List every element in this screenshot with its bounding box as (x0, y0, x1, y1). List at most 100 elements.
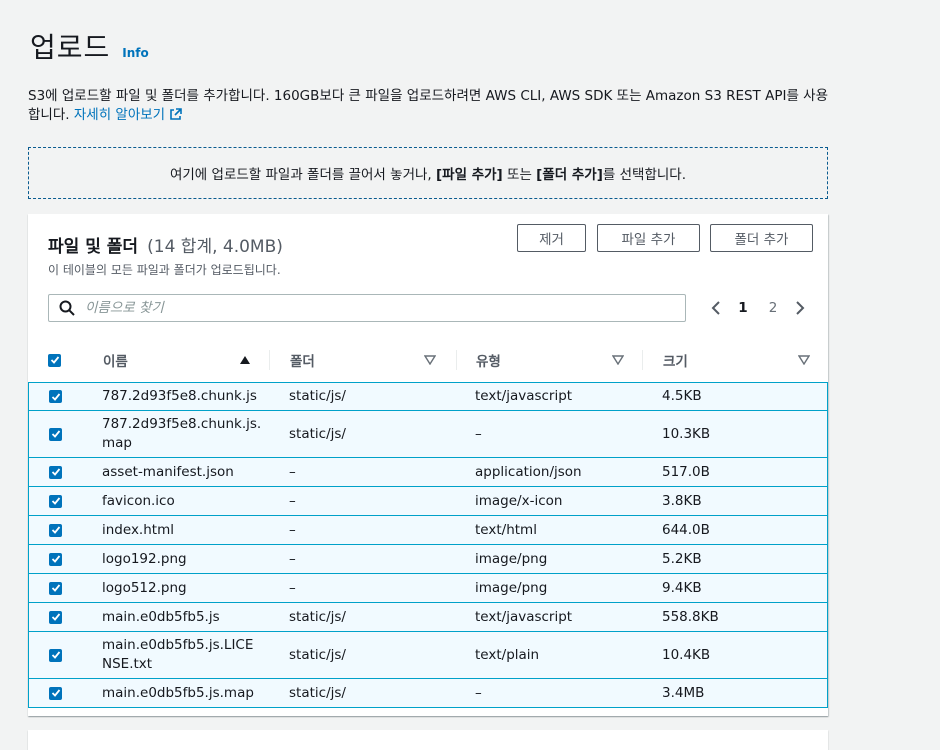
sort-icon (424, 355, 436, 365)
cell-folder: static/js/ (289, 646, 346, 663)
cell-type: – (475, 684, 482, 701)
column-header-size[interactable]: 크기 (663, 342, 813, 378)
next-section-panel (28, 730, 828, 750)
chevron-right-icon (796, 301, 805, 315)
table-row[interactable]: logo192.png – image/png 5.2KB (28, 544, 828, 574)
cell-folder: – (289, 521, 296, 538)
sort-icon (798, 355, 810, 365)
table-row[interactable]: asset-manifest.json – application/json 5… (28, 457, 828, 487)
column-divider (456, 350, 457, 370)
row-checkbox[interactable] (49, 581, 62, 595)
sort-ascending-icon (240, 356, 250, 364)
panel-title: 파일 및 폴더 (48, 237, 139, 257)
cell-size: 517.0B (662, 463, 710, 480)
cell-type: text/javascript (475, 388, 573, 404)
row-checkbox[interactable] (49, 427, 62, 441)
table-header: 이름 폴더 유형 크기 (28, 342, 828, 378)
row-checkbox[interactable] (49, 390, 62, 403)
column-divider (642, 350, 643, 370)
page-description: S3에 업로드할 파일 및 폴더를 추가합니다. 160GB보다 큰 파일을 업… (28, 87, 828, 125)
page-header: 업로드 Info (30, 26, 149, 66)
cell-folder: static/js/ (289, 425, 346, 442)
cell-folder: static/js/ (289, 608, 346, 625)
row-checkbox[interactable] (49, 648, 62, 662)
row-checkbox[interactable] (49, 610, 62, 624)
row-checkbox[interactable] (49, 494, 62, 508)
add-folder-button[interactable]: 폴더 추가 (710, 224, 813, 252)
checkbox-checked-icon (48, 353, 61, 367)
cell-name: main.e0db5fb5.js.map (102, 684, 254, 701)
column-divider (269, 350, 270, 370)
page-1-button[interactable]: 1 (728, 300, 758, 316)
page-title: 업로드 (30, 31, 111, 64)
cell-name: main.e0db5fb5.js.LICENSE.txt (102, 637, 254, 672)
cell-size: 3.8KB (662, 492, 702, 509)
cell-folder: – (289, 579, 296, 596)
chevron-left-icon (711, 301, 720, 315)
search-icon (59, 300, 75, 316)
pagination: 1 2 (704, 294, 812, 322)
cell-type: image/png (475, 550, 548, 567)
select-all-checkbox[interactable] (48, 342, 61, 378)
table-row[interactable]: main.e0db5fb5.js.map static/js/ – 3.4MB (28, 678, 828, 708)
cell-folder: – (289, 492, 296, 509)
cell-name: 787.2d93f5e8.chunk.js (102, 388, 257, 404)
cell-name: index.html (102, 521, 174, 538)
cell-name: main.e0db5fb5.js (102, 608, 220, 625)
cell-size: 4.5KB (662, 388, 702, 404)
column-header-name[interactable]: 이름 (103, 342, 253, 378)
external-link-icon (170, 108, 182, 120)
cell-type: text/html (475, 521, 537, 538)
cell-folder: static/js/ (289, 388, 346, 404)
cell-type: image/png (475, 579, 548, 596)
cell-size: 5.2KB (662, 550, 702, 567)
cell-size: 558.8KB (662, 608, 719, 625)
cell-name: logo192.png (102, 550, 187, 567)
panel-header: 파일 및 폴더 (14 합계, 4.0MB) (48, 232, 283, 257)
cell-size: 644.0B (662, 521, 710, 538)
row-checkbox[interactable] (49, 523, 62, 537)
table-row[interactable]: 787.2d93f5e8.chunk.js static/js/ text/ja… (28, 382, 828, 411)
cell-folder: static/js/ (289, 684, 346, 701)
panel-count: (14 합계, 4.0MB) (147, 237, 283, 257)
column-header-folder[interactable]: 폴더 (290, 342, 440, 378)
info-link[interactable]: Info (122, 46, 148, 60)
cell-type: – (475, 425, 482, 442)
next-page-button[interactable] (788, 300, 812, 316)
table-row[interactable]: 787.2d93f5e8.chunk.js.map static/js/ – 1… (28, 410, 828, 458)
cell-name: logo512.png (102, 579, 187, 596)
add-files-button[interactable]: 파일 추가 (597, 224, 700, 252)
cell-size: 10.3KB (662, 425, 711, 442)
row-checkbox[interactable] (49, 552, 62, 566)
cell-size: 10.4KB (662, 646, 711, 663)
table-row[interactable]: favicon.ico – image/x-icon 3.8KB (28, 486, 828, 516)
cell-name: favicon.ico (102, 492, 175, 509)
search-input[interactable] (83, 299, 647, 317)
table-row[interactable]: main.e0db5fb5.js.LICENSE.txt static/js/ … (28, 631, 828, 679)
remove-button[interactable]: 제거 (517, 224, 586, 252)
sort-icon (612, 355, 624, 365)
cell-name: asset-manifest.json (102, 463, 234, 480)
cell-type: text/plain (475, 646, 540, 663)
cell-folder: – (289, 463, 296, 480)
row-checkbox[interactable] (49, 465, 62, 479)
cell-type: application/json (475, 463, 582, 480)
prev-page-button[interactable] (704, 300, 728, 316)
cell-type: text/javascript (475, 608, 573, 625)
column-header-type[interactable]: 유형 (476, 342, 626, 378)
page-2-button[interactable]: 2 (758, 300, 788, 316)
learn-more-link[interactable]: 자세히 알아보기 (74, 107, 182, 123)
drop-zone[interactable]: 여기에 업로드할 파일과 폴더를 끌어서 놓거나, [파일 추가] 또는 [폴더… (28, 147, 828, 199)
cell-type: image/x-icon (475, 492, 563, 509)
table-body: 787.2d93f5e8.chunk.js static/js/ text/ja… (28, 382, 828, 708)
cell-size: 3.4MB (662, 684, 705, 701)
search-box[interactable] (48, 294, 686, 322)
table-row[interactable]: main.e0db5fb5.js static/js/ text/javascr… (28, 602, 828, 632)
row-checkbox[interactable] (49, 686, 62, 700)
table-row[interactable]: index.html – text/html 644.0B (28, 515, 828, 545)
files-and-folders-panel: 파일 및 폴더 (14 합계, 4.0MB) 이 테이블의 모든 파일과 폴더가… (28, 214, 828, 716)
panel-subtitle: 이 테이블의 모든 파일과 폴더가 업로드됩니다. (48, 263, 281, 277)
drop-zone-text: 여기에 업로드할 파일과 폴더를 끌어서 놓거나, [파일 추가] 또는 [폴더… (169, 167, 687, 183)
table-row[interactable]: logo512.png – image/png 9.4KB (28, 573, 828, 603)
cell-folder: – (289, 550, 296, 567)
